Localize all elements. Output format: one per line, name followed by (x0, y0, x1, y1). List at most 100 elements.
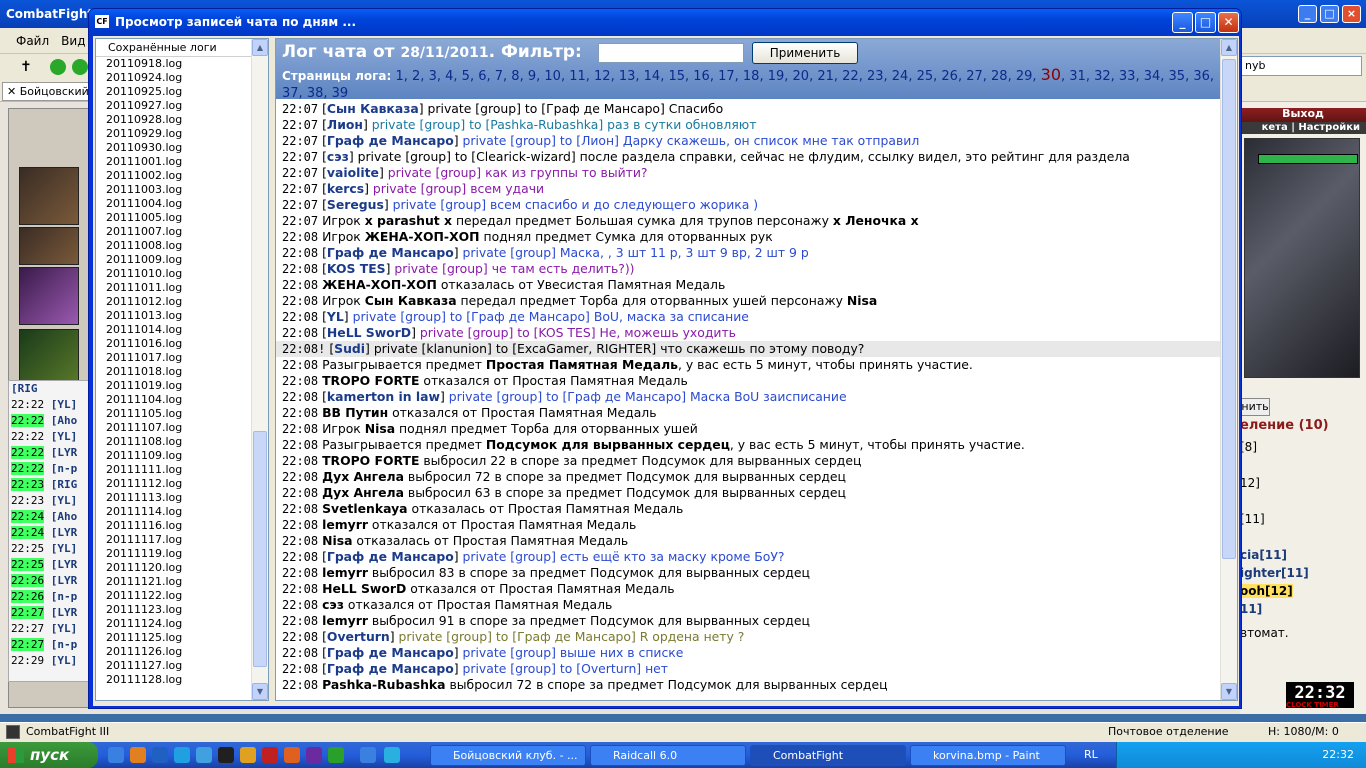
maximize-icon[interactable]: □ (1320, 5, 1339, 23)
online-user[interactable]: cia[11] (1240, 548, 1287, 562)
page-link[interactable]: 26 (941, 69, 958, 84)
rp-button[interactable]: нить (1240, 398, 1270, 416)
chat-nick[interactable]: Overturn (327, 629, 390, 644)
desktop-icon[interactable] (108, 747, 124, 763)
page-link[interactable]: 28 (991, 69, 1008, 84)
mail-icon[interactable] (152, 747, 168, 763)
log-file-item[interactable]: 20111119.log (96, 547, 268, 561)
log-file-item[interactable]: 20111011.log (96, 281, 268, 295)
apply-button[interactable]: Применить (752, 42, 858, 64)
language-indicator[interactable]: RL (1084, 742, 1098, 768)
app-icon[interactable] (196, 747, 212, 763)
scroll-down-icon[interactable]: ▼ (252, 683, 268, 700)
armor-icon[interactable] (19, 329, 79, 387)
page-link[interactable]: 19 (768, 69, 785, 84)
log-file-item[interactable]: 20111016.log (96, 337, 268, 351)
online-user[interactable]: [8] (1240, 440, 1257, 454)
page-link[interactable]: 11 (569, 69, 586, 84)
close-icon[interactable]: ✕ (1218, 12, 1239, 33)
chat-nick[interactable]: сэз (327, 149, 349, 164)
chat-nick[interactable]: Лион (327, 117, 363, 132)
log-file-list[interactable]: Сохранённые логи 20110918.log 20110924.lo… (95, 38, 269, 701)
page-link[interactable]: 15 (668, 69, 685, 84)
cf-icon[interactable] (218, 747, 234, 763)
page-link[interactable]: 16 (693, 69, 710, 84)
cross-icon[interactable]: ✝ (20, 59, 32, 75)
chat-nick[interactable]: Граф де Мансаро (327, 549, 454, 564)
page-link[interactable]: 13 (619, 69, 636, 84)
scroll-up-icon[interactable]: ▲ (1221, 39, 1237, 56)
log-file-item[interactable]: 20111003.log (96, 183, 268, 197)
app-icon[interactable] (328, 747, 344, 763)
page-link[interactable]: 25 (917, 69, 934, 84)
log-file-item[interactable]: 20111108.log (96, 435, 268, 449)
online-user[interactable]: ooh[12] (1240, 584, 1293, 598)
page-link[interactable]: 14 (644, 69, 661, 84)
page-link[interactable]: 18 (743, 69, 760, 84)
page-link[interactable]: 30 (1041, 65, 1061, 84)
log-file-item[interactable]: 20111121.log (96, 575, 268, 589)
maximize-icon[interactable]: □ (1195, 12, 1216, 33)
chat-scrollbar[interactable]: ▲ ▼ (1220, 39, 1237, 700)
log-file-item[interactable]: 20110930.log (96, 141, 268, 155)
page-link[interactable]: 21 (817, 69, 834, 84)
log-file-item[interactable]: 20111107.log (96, 421, 268, 435)
back-icon[interactable] (50, 59, 66, 75)
page-link[interactable]: 22 (842, 69, 859, 84)
log-file-item[interactable]: 20111112.log (96, 477, 268, 491)
log-file-item[interactable]: 20111008.log (96, 239, 268, 253)
bracer-icon[interactable] (19, 227, 79, 265)
chat-nick[interactable]: Seregus (327, 197, 384, 212)
log-file-item[interactable]: 20110927.log (96, 99, 268, 113)
app-icon[interactable] (284, 747, 300, 763)
log-file-item[interactable]: 20111001.log (96, 155, 268, 169)
filter-input[interactable] (598, 43, 744, 63)
page-link[interactable]: 24 (892, 69, 909, 84)
page-link[interactable]: 9 (528, 69, 536, 84)
log-file-item[interactable]: 20111007.log (96, 225, 268, 239)
chat-nick[interactable]: kercs (327, 181, 364, 196)
chat-nick[interactable]: vaiolite (327, 165, 379, 180)
log-file-item[interactable]: 20111012.log (96, 295, 268, 309)
address-field[interactable]: nyb (1240, 56, 1362, 76)
page-link[interactable]: 31 (1069, 69, 1086, 84)
app-icon[interactable] (240, 747, 256, 763)
page-link[interactable]: 37 (282, 86, 299, 101)
page-link[interactable]: 7 (495, 69, 503, 84)
log-file-item[interactable]: 20111117.log (96, 533, 268, 547)
chat-nick[interactable]: Граф де Мансаро (327, 645, 454, 660)
log-file-item[interactable]: 20111002.log (96, 169, 268, 183)
log-file-item[interactable]: 20110928.log (96, 113, 268, 127)
log-file-item[interactable]: 20111017.log (96, 351, 268, 365)
scroll-thumb[interactable] (1222, 59, 1236, 559)
task-firefox[interactable]: Бойцовский клуб. - ... (430, 745, 586, 766)
app-icon[interactable] (360, 747, 376, 763)
log-file-item[interactable]: 20110925.log (96, 85, 268, 99)
minimize-icon[interactable]: _ (1172, 12, 1193, 33)
log-file-item[interactable]: 20111111.log (96, 463, 268, 477)
chat-nick[interactable]: HeLL SworD (327, 325, 411, 340)
log-file-item[interactable]: 20111120.log (96, 561, 268, 575)
page-link[interactable]: 35 (1169, 69, 1186, 84)
chat-nick[interactable]: Sudi (334, 341, 365, 356)
page-link[interactable]: 27 (966, 69, 983, 84)
close-icon[interactable]: × (1342, 5, 1361, 23)
chat-nick[interactable]: Граф де Мансаро (327, 245, 454, 260)
log-file-item[interactable]: 20110924.log (96, 71, 268, 85)
log-file-item[interactable]: 20111126.log (96, 645, 268, 659)
log-file-item[interactable]: 20111018.log (96, 365, 268, 379)
log-file-item[interactable]: 20111128.log (96, 673, 268, 687)
settings-link[interactable]: кета | Настройки (1240, 122, 1366, 134)
task-raidcall[interactable]: Raidcall 6.0 (590, 745, 746, 766)
task-combatfight[interactable]: CombatFight (750, 745, 906, 766)
log-file-item[interactable]: 20110929.log (96, 127, 268, 141)
helmet-icon[interactable] (19, 167, 79, 225)
online-user[interactable]: 11] (1240, 602, 1262, 616)
tab-fight-club[interactable]: ✕ Бойцовский (2, 82, 100, 101)
log-file-item[interactable]: 20111104.log (96, 393, 268, 407)
log-file-item[interactable]: 20111114.log (96, 505, 268, 519)
page-link[interactable]: 34 (1144, 69, 1161, 84)
skype-icon[interactable] (174, 747, 190, 763)
log-file-item[interactable]: 20111004.log (96, 197, 268, 211)
page-link[interactable]: 36 (1193, 69, 1210, 84)
